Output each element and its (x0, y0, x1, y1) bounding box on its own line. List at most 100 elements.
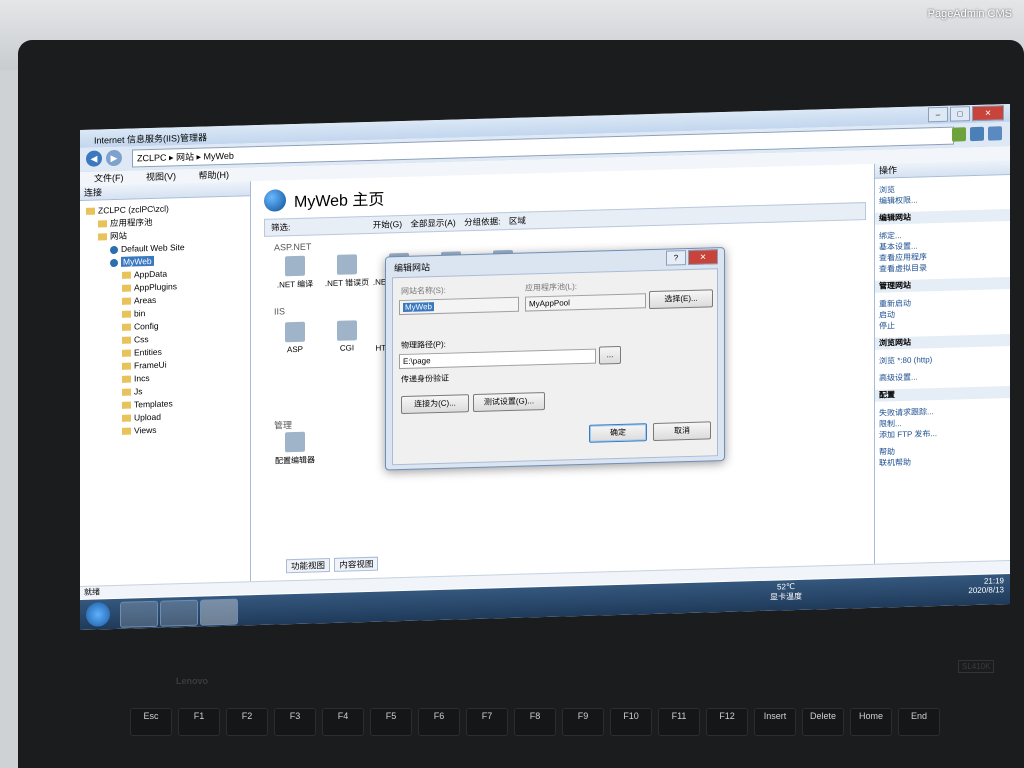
action-group-title: 管理网站 (875, 276, 1010, 293)
tree-item-label: FrameUi (134, 359, 167, 371)
keyboard-key: Insert (754, 708, 796, 736)
clock-date: 2020/8/13 (968, 585, 1004, 596)
passthrough-auth-label: 传递身份验证 (401, 373, 449, 385)
feature-item[interactable]: CGI (320, 320, 374, 354)
feature-icon (285, 255, 305, 277)
start-filter-button[interactable]: 开始(G) (373, 219, 402, 230)
tree-item-label: AppData (134, 268, 168, 280)
taskbar-iis-manager[interactable] (200, 598, 238, 626)
brand-logo: Lenovo (176, 676, 209, 686)
globe-icon (110, 258, 118, 267)
screen: Internet 信息服务(IIS)管理器 – □ ✕ ◀ ▶ ZCLPC ▸ … (80, 104, 1010, 630)
physical-path-input[interactable]: E:\page (399, 348, 596, 370)
tree-item-label: 应用程序池 (110, 216, 153, 229)
action-link[interactable]: 停止 (879, 317, 1010, 332)
keyboard-key: F2 (226, 708, 268, 736)
maximize-button[interactable]: □ (950, 106, 970, 122)
folder-icon (122, 284, 131, 293)
ok-button[interactable]: 确定 (589, 423, 647, 443)
tree-item-label: Default Web Site (121, 242, 185, 254)
tree-item-label: Areas (134, 294, 157, 306)
tree-item-label: AppPlugins (134, 281, 178, 293)
group-by-select[interactable]: 区域 (509, 216, 526, 226)
back-icon[interactable]: ◀ (86, 150, 102, 167)
feature-label: .NET 编译 (276, 279, 314, 290)
menu-view[interactable]: 视图(V) (146, 171, 176, 182)
folder-icon (98, 233, 107, 241)
folder-icon (122, 401, 131, 410)
action-link[interactable]: 查看虚拟目录 (879, 260, 1010, 275)
feature-item[interactable]: ASP (268, 321, 322, 355)
save-icon[interactable] (970, 126, 984, 142)
connect-as-button[interactable]: 连接为(C)... (401, 394, 469, 415)
keyboard-key: F10 (610, 708, 652, 736)
keyboard-key: F1 (178, 708, 220, 736)
feature-icon (285, 321, 305, 343)
feature-label: CGI (339, 343, 355, 353)
minimize-button[interactable]: – (928, 106, 948, 123)
actions-pane: 操作 浏览 编辑权限... 编辑网站 绑定... 基本设置... 查看应用程序 查看虚拟目录… (874, 159, 1010, 564)
address-path: ZCLPC ▸ 网站 ▸ MyWeb (137, 150, 234, 164)
folder-icon (122, 427, 131, 436)
keyboard-key: F9 (562, 708, 604, 736)
feature-item[interactable]: .NET 编译 (268, 255, 322, 291)
site-name-field[interactable]: MyWeb (399, 296, 519, 316)
tree-item-label: Config (134, 320, 159, 332)
action-link[interactable]: 添加 FTP 发布... (879, 426, 1010, 441)
action-link[interactable]: 编辑权限... (879, 192, 1010, 207)
watermark: PageAdmin CMS (927, 8, 1012, 20)
edit-site-dialog: 编辑网站 ? ✕ 网站名称(S): MyWeb 应用程序池(L): MyAppP… (385, 246, 725, 471)
action-group-title: 编辑网站 (875, 208, 1010, 225)
folder-icon (122, 349, 131, 358)
folder-icon (122, 310, 131, 319)
dialog-title: 编辑网站 (394, 262, 431, 274)
feature-label: .NET 错误页 (324, 277, 370, 289)
feature-item[interactable]: .NET 错误页 (320, 254, 374, 290)
tree-item-label: Upload (134, 411, 161, 423)
page-header: MyWeb 主页 (264, 185, 384, 212)
dialog-close-button[interactable]: ✕ (688, 249, 718, 266)
keyboard-key: F8 (514, 708, 556, 736)
feature-item[interactable]: 配置编辑器 (268, 431, 322, 467)
action-link[interactable]: 浏览 *:80 (http) (879, 352, 1010, 367)
test-settings-button[interactable]: 测试设置(G)... (473, 392, 545, 413)
group-by-label: 分组依据: (464, 216, 501, 228)
view-tabs: 功能视图 内容视图 (286, 556, 380, 574)
action-link[interactable]: 高级设置... (879, 369, 1010, 384)
site-tree: ZCLPC (zclPC\zcl) 应用程序池 网站 Default Web Site… (80, 196, 250, 439)
dialog-body: 网站名称(S): MyWeb 应用程序池(L): MyAppPool 选择(E)… (392, 268, 718, 466)
feature-label: ASP (286, 344, 303, 355)
tree-item-label: Css (134, 334, 149, 345)
browse-path-button[interactable]: ... (599, 345, 621, 365)
tree-item-label: Templates (134, 398, 173, 410)
help-icon[interactable] (988, 126, 1002, 141)
cancel-button[interactable]: 取消 (653, 421, 711, 441)
taskbar-explorer[interactable] (160, 599, 198, 627)
system-clock[interactable]: 21:19 2020/8/13 (968, 576, 1004, 595)
forward-icon[interactable]: ▶ (106, 149, 122, 167)
feature-label: 配置编辑器 (275, 455, 315, 466)
action-link[interactable]: 联机帮助 (879, 454, 1010, 469)
physical-path-label: 物理路径(P): (401, 339, 446, 351)
menu-help[interactable]: 帮助(H) (199, 170, 230, 181)
folder-icon (122, 362, 131, 371)
taskbar-chrome[interactable] (120, 600, 158, 628)
globe-icon (264, 189, 286, 212)
start-button[interactable] (86, 602, 110, 627)
feature-icon (337, 320, 357, 341)
tab-content-view[interactable]: 内容视图 (334, 556, 379, 572)
temperature-widget: 52℃ 显卡温度 (770, 582, 802, 603)
menu-file[interactable]: 文件(F) (94, 173, 124, 184)
keyboard-key: F5 (370, 708, 412, 736)
select-pool-button[interactable]: 选择(E)... (649, 289, 713, 310)
action-group-title: 配置 (875, 385, 1010, 402)
dialog-help-button[interactable]: ? (666, 250, 686, 266)
tab-features-view[interactable]: 功能视图 (286, 558, 331, 574)
keyboard-key: F11 (658, 708, 700, 736)
keyboard-key: F6 (418, 708, 460, 736)
close-button[interactable]: ✕ (972, 105, 1004, 122)
site-name-value: MyWeb (403, 302, 434, 312)
temperature-label: 显卡温度 (770, 591, 802, 602)
connect-icon[interactable] (952, 127, 966, 142)
show-all-button[interactable]: 全部显示(A) (410, 218, 455, 229)
